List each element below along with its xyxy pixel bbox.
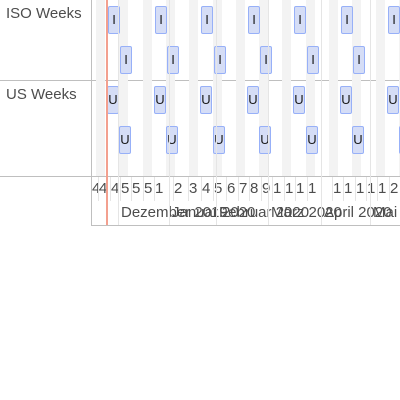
minor-tick-label: 1	[333, 180, 342, 197]
week-item[interactable]: I	[388, 6, 400, 34]
minor-grid-line	[366, 177, 367, 201]
week-item[interactable]: U	[200, 86, 212, 114]
minor-tick-label: 2	[390, 180, 399, 197]
week-item[interactable]: U	[259, 126, 271, 154]
minor-tick-label: 1	[273, 180, 282, 197]
minor-tick-label: 1	[344, 180, 353, 197]
major-grid-line	[169, 0, 170, 226]
week-item[interactable]: I	[120, 46, 132, 74]
timeline-content[interactable]: IIIIIIIIIIIIII UUUUUUUUUUUUUU 4445551234…	[92, 0, 400, 226]
minor-tick-label: 5	[144, 180, 153, 197]
week-item[interactable]: U	[387, 86, 399, 114]
minor-grid-line	[261, 177, 262, 201]
weekend-band	[96, 0, 105, 176]
minor-tick-label: 1	[296, 180, 305, 197]
major-grid-line	[321, 0, 322, 226]
minor-grid-line	[332, 177, 333, 201]
weekend-band	[282, 0, 291, 176]
minor-tick-label: 5	[132, 180, 141, 197]
weekend-band	[189, 0, 198, 176]
minor-tick-label: 1	[356, 180, 365, 197]
minor-grid-line	[249, 177, 250, 201]
week-item[interactable]: I	[155, 6, 167, 34]
current-time-line	[106, 0, 108, 226]
week-item[interactable]: I	[260, 46, 272, 74]
minor-tick-label: 3	[189, 180, 198, 197]
minor-tick-label: 8	[250, 180, 259, 197]
major-grid-line	[118, 0, 119, 226]
minor-grid-line	[201, 177, 202, 201]
minor-tick-label: 2	[174, 180, 183, 197]
week-item[interactable]: I	[307, 46, 319, 74]
week-item[interactable]: U	[119, 126, 131, 154]
minor-grid-line	[120, 177, 121, 201]
group-label-us-weeks: US Weeks	[0, 81, 91, 177]
minor-tick-label: 9	[262, 180, 271, 197]
minor-grid-line	[188, 177, 189, 201]
minor-grid-line	[226, 177, 227, 201]
week-item[interactable]: U	[340, 86, 352, 114]
minor-grid-line	[307, 177, 308, 201]
minor-tick-label: 6	[227, 180, 236, 197]
minor-grid-line	[154, 177, 155, 201]
week-item[interactable]: I	[341, 6, 353, 34]
group-label-text: ISO Weeks	[6, 5, 82, 22]
week-item[interactable]: I	[248, 6, 260, 34]
minor-grid-line	[238, 177, 239, 201]
weekend-band	[236, 0, 245, 176]
major-grid-line	[268, 0, 269, 226]
timeline[interactable]: ISO Weeks US Weeks IIIIIIIIIIIIII UUUUUU…	[0, 0, 400, 226]
week-item[interactable]: U	[166, 126, 178, 154]
group-label-column: ISO Weeks US Weeks	[0, 0, 92, 226]
group-label-iso-weeks: ISO Weeks	[0, 0, 91, 81]
week-item[interactable]: I	[294, 6, 306, 34]
minor-grid-line	[355, 177, 356, 201]
minor-grid-line	[131, 177, 132, 201]
week-item[interactable]: I	[353, 46, 365, 74]
minor-grid-line	[284, 177, 285, 201]
minor-grid-line	[110, 177, 111, 201]
minor-grid-line	[173, 177, 174, 201]
week-item[interactable]: U	[306, 126, 318, 154]
minor-grid-line	[213, 177, 214, 201]
minor-grid-line	[98, 177, 99, 201]
minor-tick-label: 4	[202, 180, 211, 197]
minor-grid-line	[377, 177, 378, 201]
weekend-band	[376, 0, 385, 176]
week-item[interactable]: U	[213, 126, 225, 154]
minor-tick-label: 1	[378, 180, 387, 197]
minor-tick-label: 1	[308, 180, 317, 197]
week-item[interactable]: U	[293, 86, 305, 114]
group-label-text: US Weeks	[6, 86, 77, 103]
major-grid-line	[216, 0, 217, 226]
minor-tick-label: 1	[285, 180, 294, 197]
weekend-band	[143, 0, 152, 176]
major-grid-line	[370, 0, 371, 226]
week-item[interactable]: U	[154, 86, 166, 114]
week-item[interactable]: I	[201, 6, 213, 34]
minor-grid-line	[272, 177, 273, 201]
minor-tick-label: 7	[239, 180, 248, 197]
weekend-band	[329, 0, 338, 176]
minor-tick-label: 1	[155, 180, 164, 197]
minor-grid-line	[343, 177, 344, 201]
week-item[interactable]: U	[352, 126, 364, 154]
minor-tick-label: 1	[367, 180, 376, 197]
week-item[interactable]: U	[247, 86, 259, 114]
minor-grid-line	[143, 177, 144, 201]
minor-grid-line	[389, 177, 390, 201]
minor-tick-label: 5	[121, 180, 130, 197]
minor-grid-line	[295, 177, 296, 201]
major-tick-label: Mai 2020	[373, 204, 400, 221]
